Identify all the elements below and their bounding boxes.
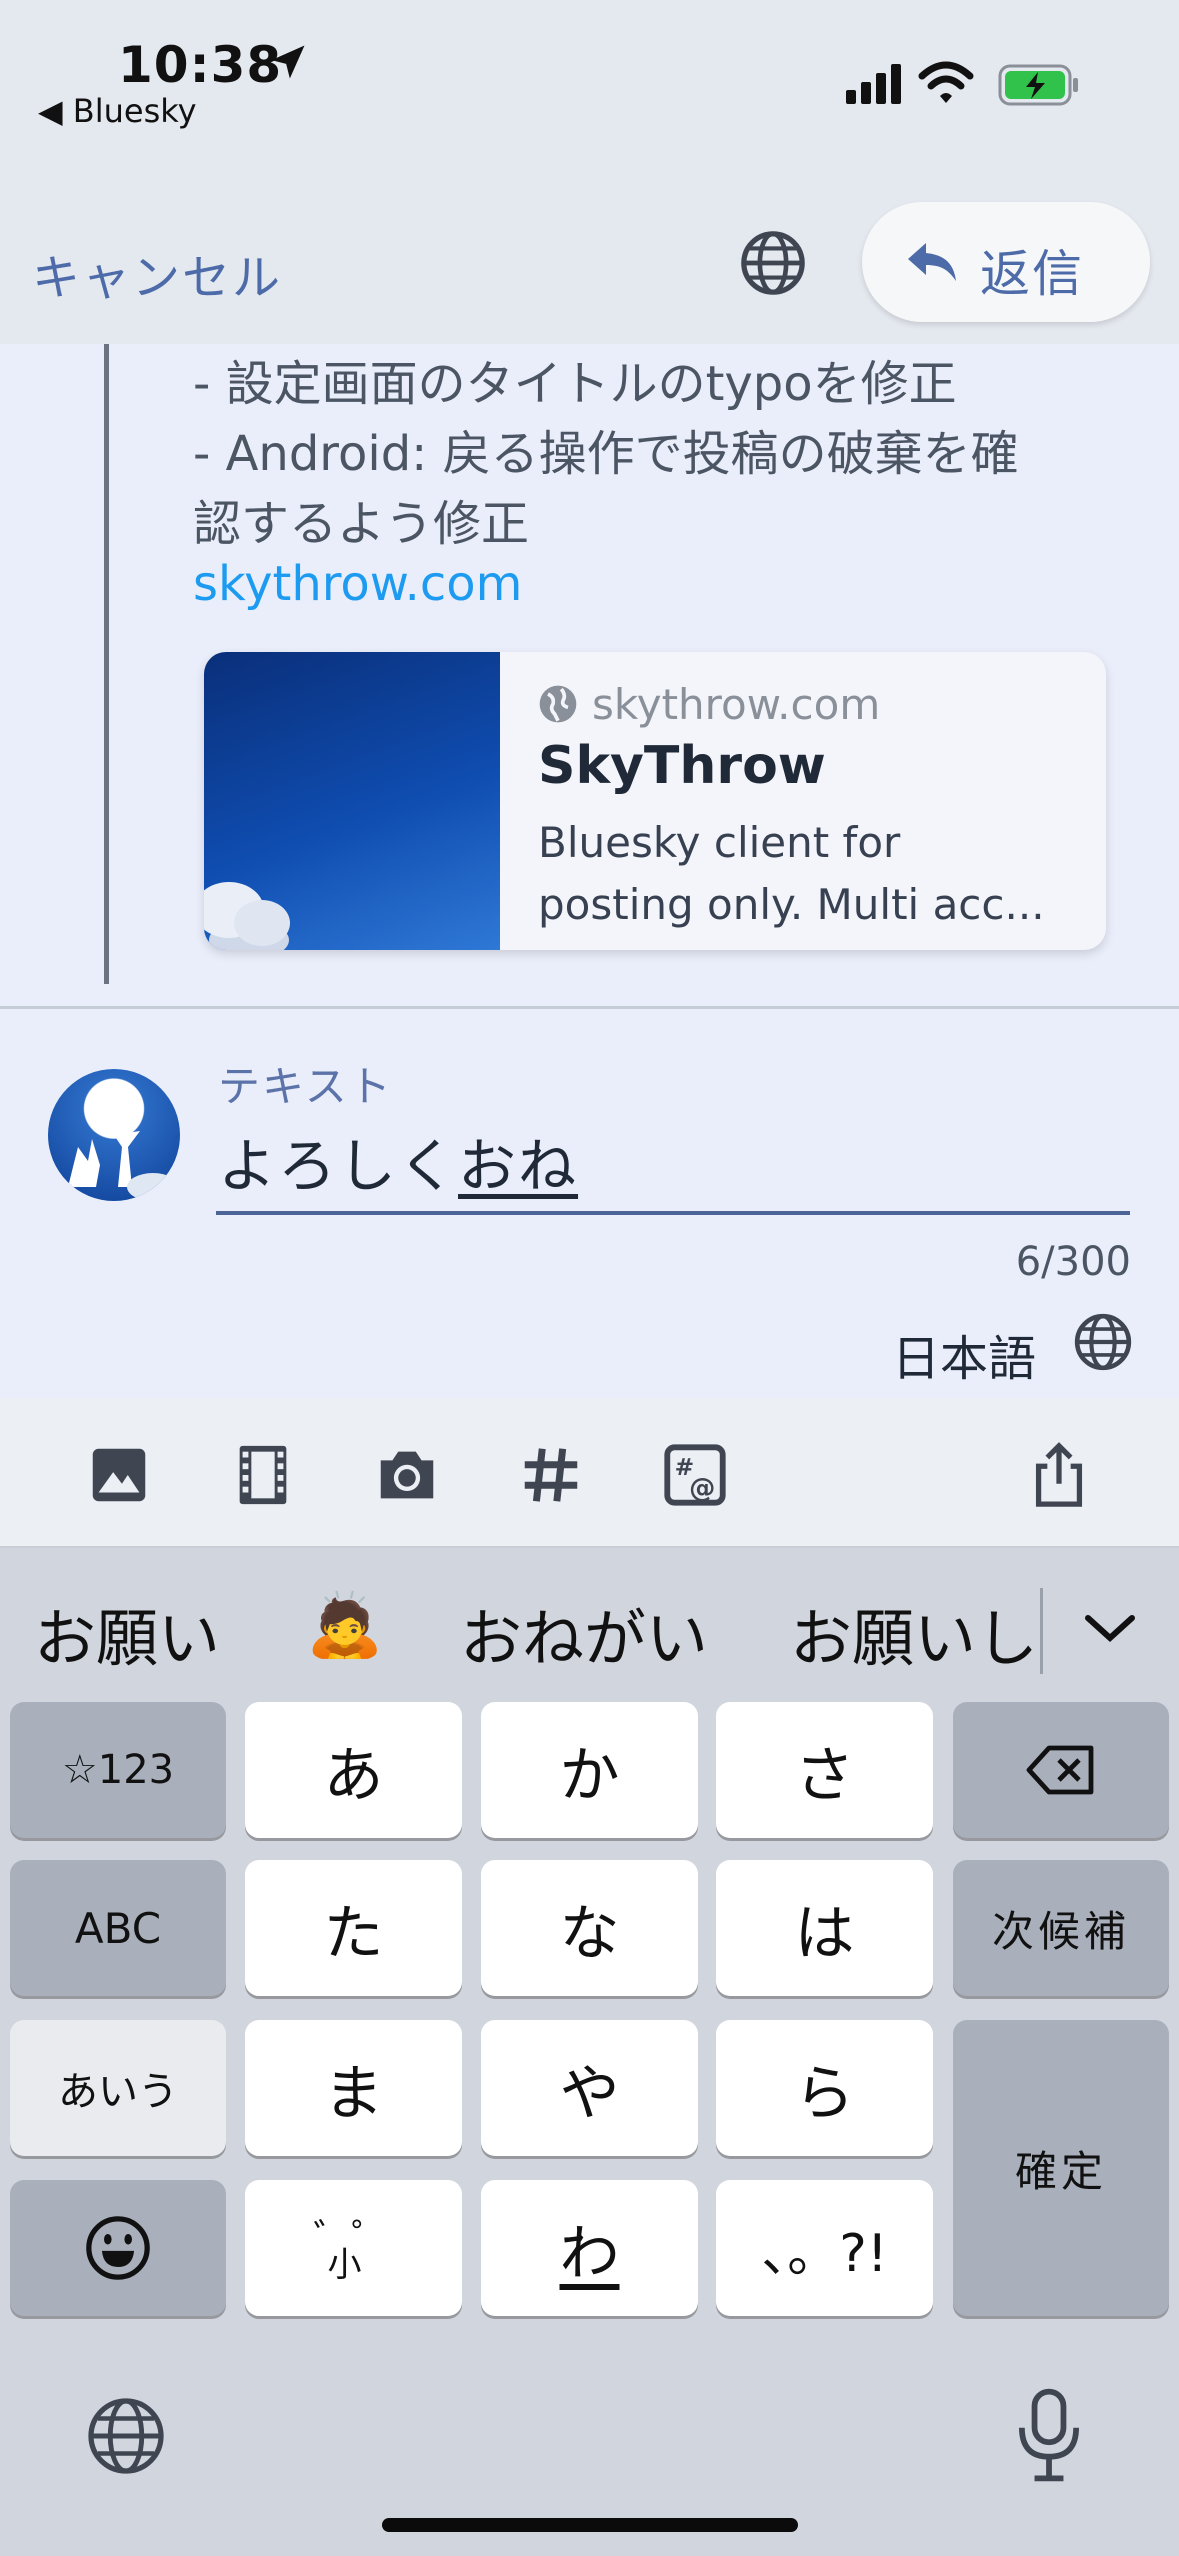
language-globe-icon[interactable] — [738, 228, 808, 298]
backspace-key[interactable] — [953, 1702, 1169, 1838]
candidate-word[interactable]: お願いし — [790, 1588, 1040, 1678]
link-preview-image — [204, 652, 500, 950]
microphone-icon[interactable] — [1012, 2388, 1086, 2482]
thread-line — [104, 344, 109, 984]
key-ta[interactable]: た — [245, 1860, 462, 1996]
reply-button[interactable]: 返信 — [862, 202, 1150, 322]
camera-icon[interactable] — [372, 1440, 442, 1510]
avatar — [48, 1069, 180, 1201]
key-ma[interactable]: ま — [245, 2020, 462, 2156]
link-preview-description-line: Bluesky client for — [538, 818, 901, 867]
avatar-image — [68, 1131, 179, 1201]
location-arrow-icon — [271, 45, 305, 79]
key-na[interactable]: な — [481, 1860, 698, 1996]
back-to-app-link[interactable]: ◀ Bluesky — [38, 92, 197, 130]
compose-toolbar: # @ — [0, 1398, 1179, 1548]
cellular-signal-icon — [846, 64, 901, 104]
key-ra[interactable]: ら — [716, 2020, 933, 2156]
key-abc[interactable]: ABC — [10, 1860, 226, 1996]
battery-charging-icon — [998, 64, 1078, 106]
emoji-key[interactable] — [10, 2180, 226, 2316]
link-preview-description: Bluesky client for posting only. Multi a… — [538, 812, 1078, 936]
key-symbols[interactable]: ☆123 — [10, 1702, 226, 1838]
keyboard: お願い 🙇 おねがい お願いし ☆123 あ か さ ABC た な は 次候補… — [0, 1548, 1179, 2556]
quoted-post: - 設定画面のタイトルのtypoを修正 - Android: 戻る操作で投稿の破… — [0, 344, 1179, 1008]
key-aiu[interactable]: あいう — [10, 2020, 226, 2156]
link-preview-card[interactable]: skythrow.com SkyThrow Bluesky client for… — [204, 652, 1106, 950]
key-dakuten-small[interactable]: ゛゜ 小 — [245, 2180, 462, 2316]
svg-text:@: @ — [689, 1474, 715, 1504]
share-icon[interactable] — [1024, 1440, 1094, 1510]
text-field-label: テキスト — [218, 1062, 393, 1111]
candidate-emoji[interactable]: 🙇 — [306, 1588, 383, 1662]
post-text-line: - Android: 戻る操作で投稿の破棄を確 — [193, 426, 1019, 482]
character-counter: 6/300 — [1015, 1239, 1131, 1285]
link-preview-description-line: posting only. Multi acc... — [538, 880, 1045, 929]
compose-area: テキスト よろしくおね 6/300 日本語 — [0, 1009, 1179, 1398]
text-field-underline — [216, 1211, 1130, 1215]
next-candidate-key[interactable]: 次候補 — [953, 1860, 1169, 1996]
candidate-separator — [1040, 1588, 1043, 1674]
post-text-input[interactable]: よろしくおね — [218, 1119, 578, 1203]
key-a[interactable]: あ — [245, 1702, 462, 1838]
key-sa[interactable]: さ — [716, 1702, 933, 1838]
language-globe-icon[interactable] — [1072, 1311, 1134, 1373]
key-wa-label: わ — [559, 2218, 620, 2289]
post-link[interactable]: skythrow.com — [193, 556, 522, 612]
image-icon[interactable] — [84, 1440, 154, 1510]
confirm-key[interactable]: 確定 — [953, 2020, 1169, 2316]
key-ka[interactable]: か — [481, 1702, 698, 1838]
compose-header: キャンセル 返信 — [0, 180, 1179, 344]
cancel-button[interactable]: キャンセル — [32, 238, 282, 308]
hashtag-icon[interactable] — [516, 1440, 586, 1510]
chevron-down-icon[interactable] — [1080, 1608, 1140, 1648]
committed-text: よろしく — [218, 1132, 459, 1200]
home-indicator — [382, 2518, 798, 2532]
reply-button-label: 返信 — [980, 245, 1084, 303]
globe-keyboard-switch-icon[interactable] — [84, 2394, 168, 2478]
link-preview-title: SkyThrow — [538, 736, 826, 796]
marked-text: おね — [458, 1132, 579, 1200]
post-text-line: 認するよう修正 — [193, 496, 530, 552]
key-ya[interactable]: や — [481, 2020, 698, 2156]
status-bar: 10:38 ◀ Bluesky — [0, 0, 1179, 180]
language-selector[interactable]: 日本語 — [892, 1319, 1036, 1389]
candidate-word[interactable]: お願い — [34, 1588, 220, 1678]
emoji-face-icon — [86, 2216, 150, 2280]
key-punctuation[interactable]: 、。?! — [716, 2180, 933, 2316]
key-wa[interactable]: わ — [481, 2180, 698, 2316]
wifi-icon — [918, 61, 974, 103]
small-kana-label: 小 — [327, 2245, 362, 2285]
link-preview-domain: skythrow.com — [592, 680, 881, 729]
globe-icon — [539, 685, 577, 723]
post-text-line: - 設定画面のタイトルのtypoを修正 — [193, 356, 957, 412]
backspace-icon — [1026, 1745, 1094, 1795]
candidate-word[interactable]: おねがい — [460, 1588, 708, 1678]
status-time: 10:38 — [118, 36, 283, 94]
mention-icon[interactable]: # @ — [660, 1440, 730, 1510]
reply-arrow-icon — [908, 243, 956, 281]
key-ha[interactable]: は — [716, 1860, 933, 1996]
video-icon[interactable] — [228, 1440, 298, 1510]
